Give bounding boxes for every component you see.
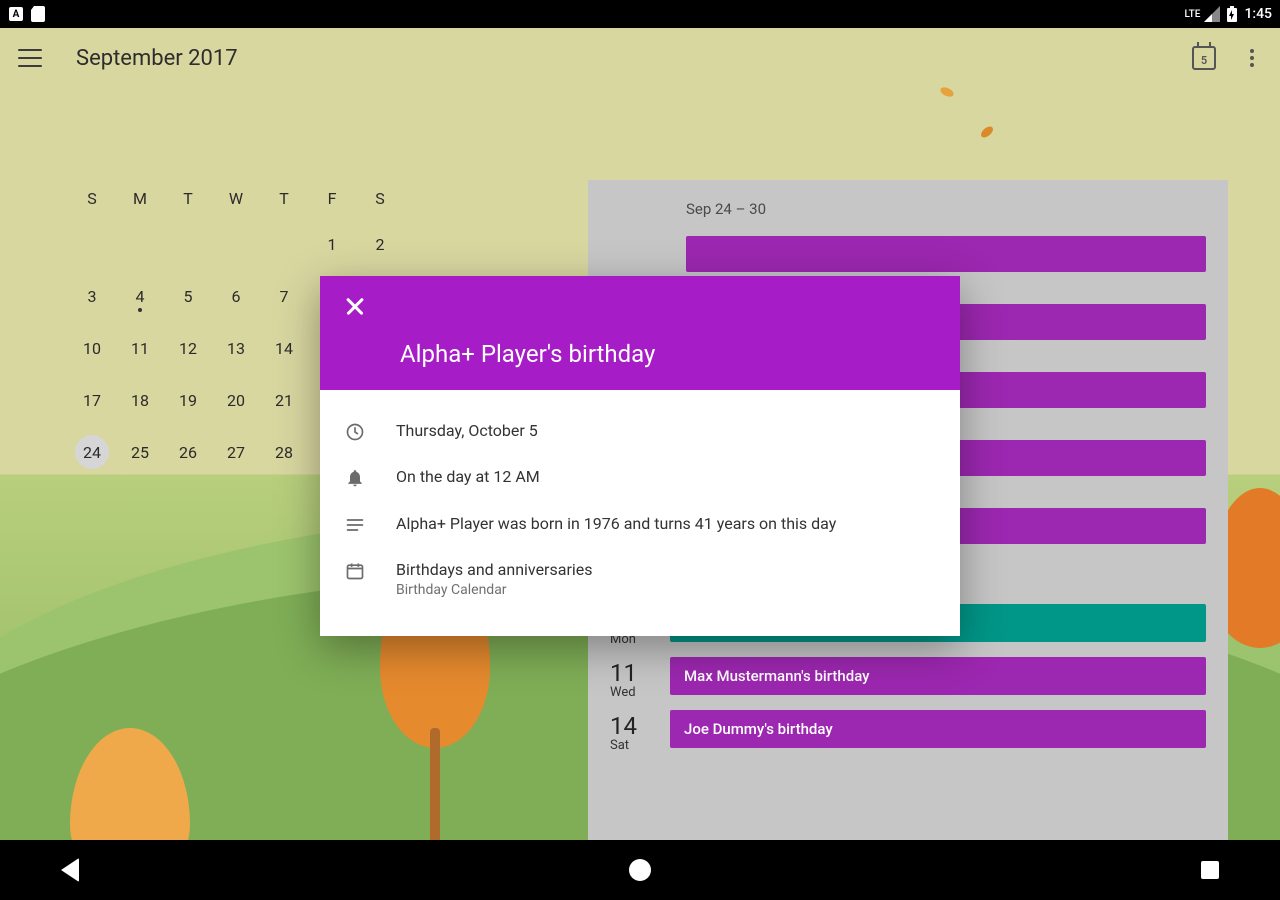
- calendar-day-cell[interactable]: 3: [68, 270, 116, 322]
- calendar-day-cell[interactable]: 13: [212, 322, 260, 374]
- network-lte-label: LTE: [1185, 9, 1201, 20]
- event-chip[interactable]: Max Mustermann's birthday: [670, 657, 1206, 695]
- calendar-day-cell[interactable]: 26: [164, 426, 212, 478]
- illustration-leaf: [979, 124, 995, 139]
- calendar-day-cell[interactable]: 28: [260, 426, 308, 478]
- notes-icon: [344, 513, 366, 535]
- event-chip[interactable]: Joe Dummy's birthday: [670, 710, 1206, 748]
- back-button[interactable]: [40, 840, 100, 900]
- system-nav-bar: [0, 840, 1280, 900]
- sheet-header: Alpha+ Player's birthday: [320, 276, 960, 390]
- event-detail-sheet: Alpha+ Player's birthday Thursday, Octob…: [320, 276, 960, 636]
- calendar-day-cell[interactable]: 27: [212, 426, 260, 478]
- event-calendar-row: Birthdays and anniversaries Birthday Cal…: [344, 547, 936, 609]
- calendar-day-cell[interactable]: 4: [116, 270, 164, 322]
- weekday-header: S: [356, 178, 404, 218]
- event-reminder-text: On the day at 12 AM: [396, 466, 540, 488]
- calendar-day-cell[interactable]: 20: [212, 374, 260, 426]
- page-title[interactable]: September 2017: [76, 46, 238, 71]
- event-calendar-sub: Birthday Calendar: [396, 582, 593, 598]
- calendar-day-cell[interactable]: 5: [164, 270, 212, 322]
- calendar-day-cell[interactable]: 21: [260, 374, 308, 426]
- today-icon[interactable]: 5: [1192, 46, 1216, 70]
- agenda-date[interactable]: 11Wed: [610, 657, 670, 700]
- calendar-day-cell[interactable]: 24: [68, 426, 116, 478]
- calendar-day-cell[interactable]: 1: [308, 218, 356, 270]
- calendar-day-cell: [116, 218, 164, 270]
- event-reminder-row: On the day at 12 AM: [344, 454, 936, 500]
- calendar-icon: [344, 559, 366, 581]
- calendar-day-cell[interactable]: 18: [116, 374, 164, 426]
- event-date-row: Thursday, October 5: [344, 408, 936, 454]
- event-calendar-name: Birthdays and anniversaries: [396, 559, 593, 581]
- event-title: Alpha+ Player's birthday: [344, 340, 936, 368]
- agenda-day: 14SatJoe Dummy's birthday: [610, 710, 1206, 753]
- calendar-day-cell[interactable]: 25: [116, 426, 164, 478]
- calendar-app: September 2017 5 SMTWTFS1234567891011121…: [0, 28, 1280, 840]
- event-description-text: Alpha+ Player was born in 1976 and turns…: [396, 513, 836, 535]
- calendar-day-cell[interactable]: 19: [164, 374, 212, 426]
- agenda-date[interactable]: 14Sat: [610, 710, 670, 753]
- calendar-day-cell[interactable]: 10: [68, 322, 116, 374]
- agenda-week-header: Sep 24 – 30: [686, 200, 1206, 218]
- calendar-day-cell[interactable]: 6: [212, 270, 260, 322]
- calendar-day-cell: [164, 218, 212, 270]
- calendar-day-cell[interactable]: 12: [164, 322, 212, 374]
- close-icon[interactable]: [344, 294, 368, 318]
- calendar-day-cell[interactable]: 14: [260, 322, 308, 374]
- calendar-day-cell: [260, 218, 308, 270]
- calendar-day-cell[interactable]: 17: [68, 374, 116, 426]
- bell-icon: [344, 466, 366, 488]
- event-date-text: Thursday, October 5: [396, 420, 538, 442]
- event-chip[interactable]: [686, 236, 1206, 272]
- keyboard-icon: A: [8, 6, 24, 22]
- weekday-header: T: [164, 178, 212, 218]
- weekday-header: S: [68, 178, 116, 218]
- overflow-menu-icon[interactable]: [1242, 41, 1262, 75]
- calendar-day-cell: [68, 218, 116, 270]
- weekday-header: M: [116, 178, 164, 218]
- weekday-header: T: [260, 178, 308, 218]
- menu-icon[interactable]: [18, 49, 42, 67]
- agenda-day: 11WedMax Mustermann's birthday: [610, 657, 1206, 700]
- weekday-header: F: [308, 178, 356, 218]
- calendar-day-cell[interactable]: 7: [260, 270, 308, 322]
- calendar-day-cell[interactable]: 2: [356, 218, 404, 270]
- battery-charging-icon: [1224, 6, 1240, 22]
- weekday-header: W: [212, 178, 260, 218]
- clock-label: 1:45: [1244, 6, 1272, 22]
- recents-button[interactable]: [1180, 840, 1240, 900]
- illustration-tree: [70, 728, 190, 840]
- home-button[interactable]: [610, 840, 670, 900]
- event-description-row: Alpha+ Player was born in 1976 and turns…: [344, 501, 936, 547]
- status-bar: A LTE 1:45: [0, 0, 1280, 28]
- signal-icon: [1204, 6, 1220, 22]
- sd-card-icon: [30, 6, 46, 22]
- calendar-day-cell: [212, 218, 260, 270]
- calendar-day-cell[interactable]: 11: [116, 322, 164, 374]
- app-toolbar: September 2017 5: [0, 28, 1280, 88]
- clock-icon: [344, 420, 366, 442]
